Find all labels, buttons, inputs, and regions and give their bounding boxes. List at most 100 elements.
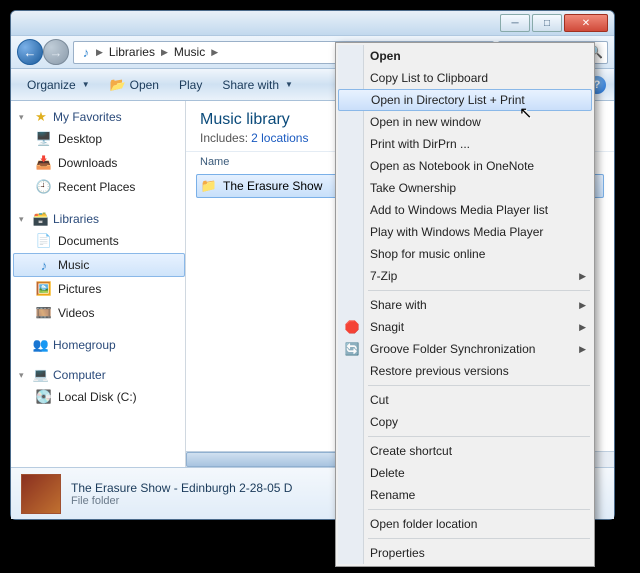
forward-button[interactable]: →	[43, 39, 69, 65]
menu-separator	[368, 290, 590, 291]
menu-item[interactable]: Shop for music online	[338, 243, 592, 265]
libraries-icon: 🗃️	[33, 211, 49, 227]
chevron-right-icon: ▶	[579, 271, 586, 282]
menu-item[interactable]: Share with▶	[338, 294, 592, 316]
homegroup-icon: 👥	[33, 337, 49, 353]
maximize-button[interactable]: □	[532, 14, 562, 32]
close-button[interactable]: ✕	[564, 14, 608, 32]
chevron-down-icon: ▾	[19, 112, 29, 123]
pictures-icon: 🖼️	[36, 281, 52, 297]
chevron-right-icon: ▶	[161, 47, 168, 58]
menu-item[interactable]: Add to Windows Media Player list	[338, 199, 592, 221]
menu-separator	[368, 538, 590, 539]
menu-item-label: Cut	[370, 393, 389, 407]
computer-group: ▾💻Computer 💽Local Disk (C:)	[13, 365, 185, 409]
menu-item[interactable]: Copy	[338, 411, 592, 433]
sidebar-item-music[interactable]: ♪Music	[13, 253, 185, 277]
details-type: File folder	[71, 495, 292, 507]
menu-item-label: Delete	[370, 466, 405, 480]
sidebar-item-downloads[interactable]: 📥Downloads	[13, 151, 185, 175]
chevron-right-icon: ▶	[211, 47, 218, 58]
menu-item[interactable]: Open folder location	[338, 513, 592, 535]
chevron-down-icon: ▼	[82, 80, 90, 89]
sidebar-item-documents[interactable]: 📄Documents	[13, 229, 185, 253]
chevron-right-icon: ▶	[579, 300, 586, 311]
folder-open-icon: 📂	[110, 77, 126, 93]
menu-item[interactable]: 7-Zip ▶	[338, 265, 592, 287]
nav-sidebar: ▾★My Favorites 🖥️Desktop 📥Downloads 🕘Rec…	[11, 101, 186, 467]
menu-item-label: 7-Zip	[370, 269, 397, 283]
disk-icon: 💽	[36, 389, 52, 405]
menu-item[interactable]: 🔄Groove Folder Synchronization▶	[338, 338, 592, 360]
recent-icon: 🕘	[36, 179, 52, 195]
sidebar-item-videos[interactable]: 🎞️Videos	[13, 301, 185, 325]
locations-link[interactable]: 2 locations	[251, 131, 308, 145]
menu-item[interactable]: Open as Notebook in OneNote	[338, 155, 592, 177]
libraries-header[interactable]: ▾🗃️Libraries	[13, 209, 185, 229]
favorites-header[interactable]: ▾★My Favorites	[13, 107, 185, 127]
menu-item[interactable]: 🛑 Snagit ▶	[338, 316, 592, 338]
breadcrumb-music[interactable]: Music	[170, 43, 209, 61]
share-with-button[interactable]: Share with▼	[214, 74, 301, 96]
sidebar-item-pictures[interactable]: 🖼️Pictures	[13, 277, 185, 301]
computer-icon: 💻	[33, 367, 49, 383]
favorites-group: ▾★My Favorites 🖥️Desktop 📥Downloads 🕘Rec…	[13, 107, 185, 199]
file-name: The Erasure Show	[223, 179, 322, 193]
sidebar-item-recent[interactable]: 🕘Recent Places	[13, 175, 185, 199]
computer-header[interactable]: ▾💻Computer	[13, 365, 185, 385]
folder-icon: 📁	[201, 178, 217, 194]
nav-buttons: ← →	[17, 39, 69, 65]
menu-item-label: Copy	[370, 415, 398, 429]
menu-item-label: Open in new window	[370, 115, 481, 129]
menu-item-label: Take Ownership	[370, 181, 456, 195]
menu-item[interactable]: Create shortcut	[338, 440, 592, 462]
homegroup-group: 👥Homegroup	[13, 335, 185, 355]
music-icon: ♪	[36, 257, 52, 273]
menu-item-label: Open as Notebook in OneNote	[370, 159, 534, 173]
menu-item[interactable]: Copy List to Clipboard	[338, 67, 592, 89]
back-button[interactable]: ←	[17, 39, 43, 65]
snagit-icon: 🛑	[344, 319, 360, 335]
star-icon: ★	[33, 109, 49, 125]
chevron-down-icon: ▾	[19, 370, 29, 381]
chevron-down-icon: ▼	[285, 80, 293, 89]
menu-item-label: Properties	[370, 546, 425, 560]
menu-item-label: Snagit	[370, 320, 404, 334]
menu-item[interactable]: Play with Windows Media Player	[338, 221, 592, 243]
menu-item[interactable]: Properties	[338, 542, 592, 564]
downloads-icon: 📥	[36, 155, 52, 171]
menu-item[interactable]: Rename	[338, 484, 592, 506]
sidebar-item-desktop[interactable]: 🖥️Desktop	[13, 127, 185, 151]
breadcrumb-libraries[interactable]: Libraries	[105, 43, 159, 61]
organize-button[interactable]: Organize▼	[19, 74, 98, 96]
menu-item[interactable]: Print with DirPrn ...	[338, 133, 592, 155]
context-menu: Open Copy List to Clipboard Open in Direct…	[335, 42, 595, 567]
sidebar-item-local-disk[interactable]: 💽Local Disk (C:)	[13, 385, 185, 409]
menu-item-label: Open folder location	[370, 517, 477, 531]
menu-item[interactable]: Cut	[338, 389, 592, 411]
minimize-button[interactable]: ─	[500, 14, 530, 32]
menu-item[interactable]: Delete	[338, 462, 592, 484]
menu-item[interactable]: Open	[338, 45, 592, 67]
menu-item-label: Open in Directory List + Print	[371, 93, 525, 107]
menu-item-label: Open	[370, 49, 401, 63]
menu-item-label: Add to Windows Media Player list	[370, 203, 548, 217]
folder-thumbnail	[21, 474, 61, 514]
groove-icon: 🔄	[344, 341, 360, 357]
includes-label: Includes:	[200, 131, 248, 145]
titlebar: ─ □ ✕	[11, 11, 614, 35]
menu-item-label: Shop for music online	[370, 247, 485, 261]
menu-separator	[368, 385, 590, 386]
play-button[interactable]: Play	[171, 74, 210, 96]
homegroup-header[interactable]: 👥Homegroup	[13, 335, 185, 355]
menu-item[interactable]: Open in new window	[338, 111, 592, 133]
menu-item[interactable]: Take Ownership	[338, 177, 592, 199]
menu-item-label: Play with Windows Media Player	[370, 225, 543, 239]
videos-icon: 🎞️	[36, 305, 52, 321]
documents-icon: 📄	[36, 233, 52, 249]
menu-item[interactable]: Restore previous versions	[338, 360, 592, 382]
menu-item[interactable]: Open in Directory List + Print	[338, 89, 592, 111]
desktop-icon: 🖥️	[36, 131, 52, 147]
open-button[interactable]: 📂Open	[102, 73, 167, 97]
chevron-right-icon: ▶	[579, 322, 586, 333]
